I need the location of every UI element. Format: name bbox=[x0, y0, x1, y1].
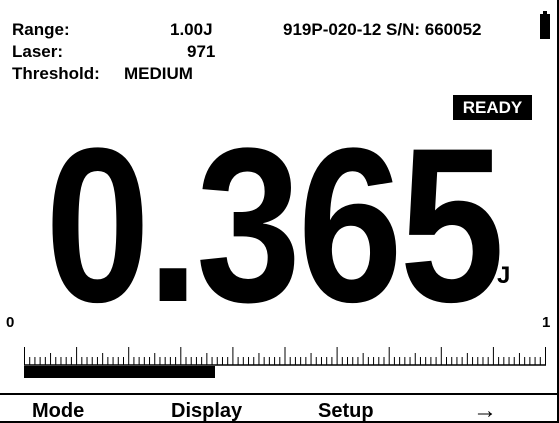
device-id: 919P-020-12 S/N: 660052 bbox=[283, 20, 482, 39]
scale-max-label: 1 bbox=[542, 314, 551, 331]
energy-reading: 0.365 bbox=[45, 102, 505, 348]
laser-value: 971 bbox=[187, 42, 216, 61]
energy-unit: J bbox=[497, 262, 511, 289]
power-meter-screen: Range: 1.00J Laser: 971 Threshold: MEDIU… bbox=[0, 0, 559, 423]
range-value: 1.00J bbox=[170, 20, 213, 39]
mode-softkey[interactable]: Mode bbox=[32, 399, 84, 421]
next-arrow-softkey[interactable]: → bbox=[473, 399, 497, 422]
range-label: Range: bbox=[12, 20, 70, 39]
threshold-label: Threshold: bbox=[12, 64, 100, 83]
laser-label: Laser: bbox=[12, 42, 64, 61]
progress-bar bbox=[24, 366, 546, 378]
display-softkey[interactable]: Display bbox=[171, 399, 242, 421]
threshold-value: MEDIUM bbox=[124, 64, 193, 83]
progress-bar-fill bbox=[24, 366, 215, 378]
scale-min-label: 0 bbox=[6, 314, 15, 331]
softkey-bar: Mode Display Setup → bbox=[0, 393, 557, 422]
scale-ruler bbox=[24, 347, 546, 366]
battery-full-icon bbox=[540, 11, 550, 39]
setup-softkey[interactable]: Setup bbox=[318, 399, 374, 421]
